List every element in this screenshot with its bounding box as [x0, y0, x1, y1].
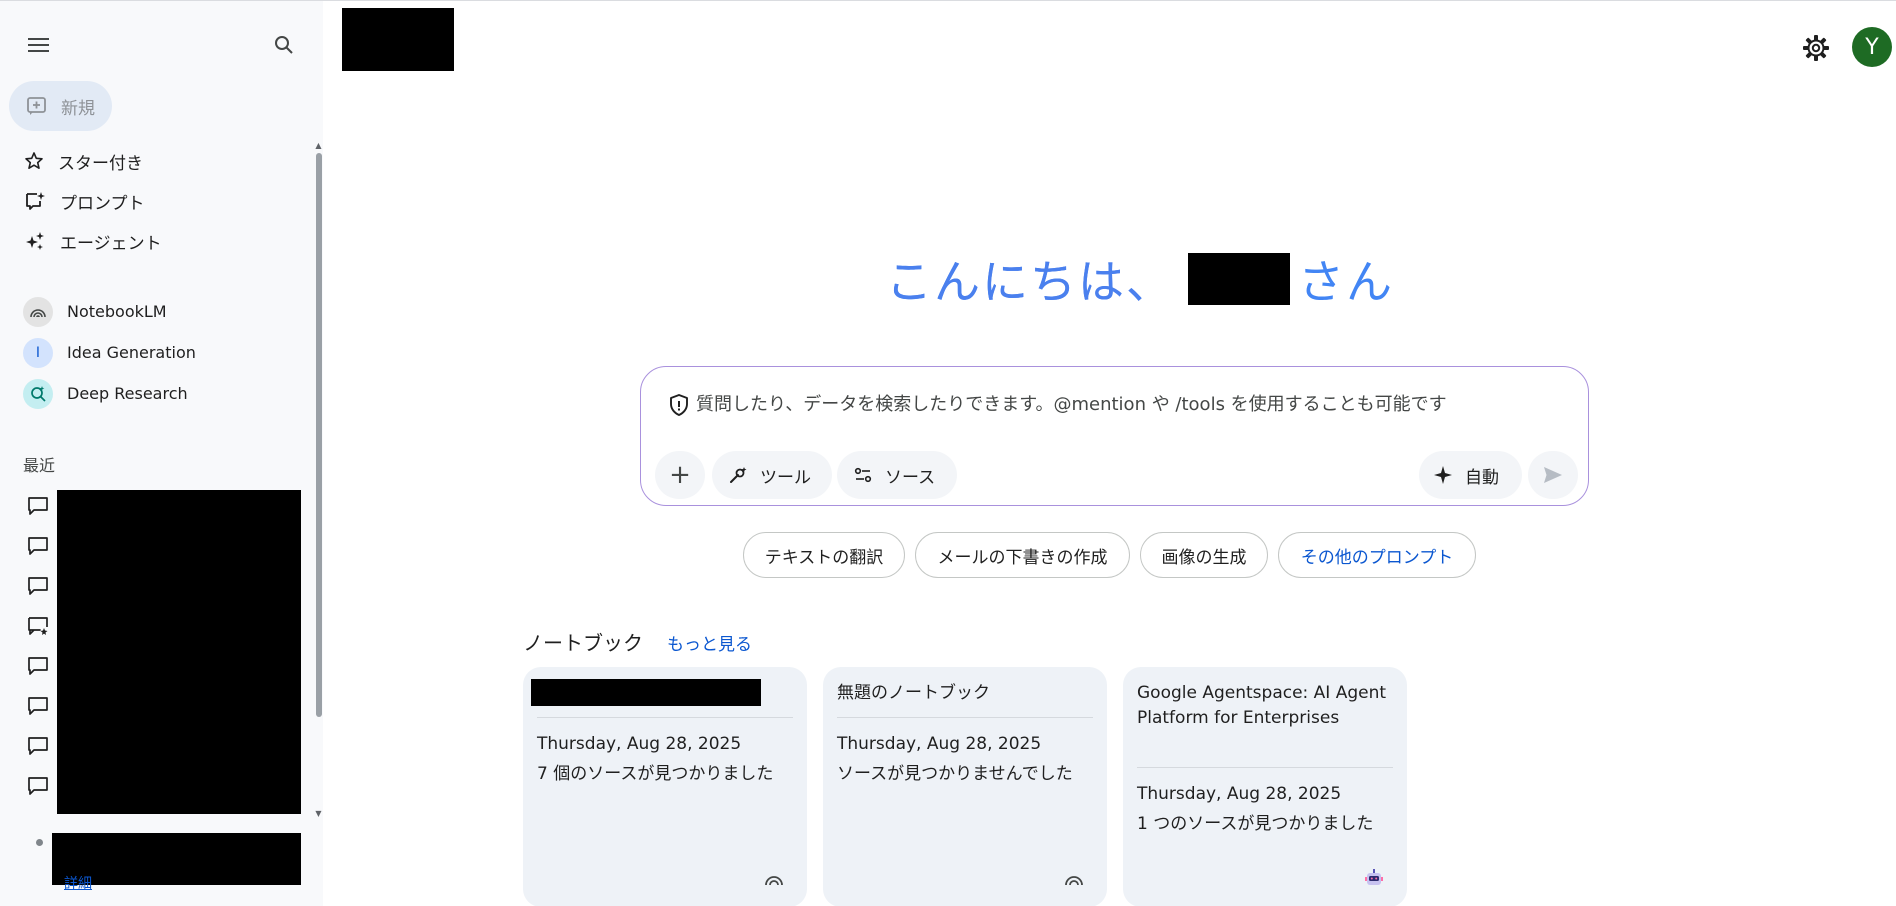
details-link[interactable]: 詳細 [64, 873, 92, 893]
redacted-notebook-title [531, 679, 761, 706]
notebook-card[interactable]: 無題のノートブック Thursday, Aug 28, 2025 ソースが見つか… [823, 667, 1107, 906]
status-dot [36, 839, 43, 846]
sidebar-item-starred[interactable]: スター付き [0, 141, 315, 181]
chat-icon [28, 577, 48, 595]
prompt-composer: + ツール ソース 自動 [640, 366, 1589, 506]
card-divider [837, 717, 1093, 718]
new-chat-label: 新規 [61, 98, 95, 119]
notebook-date: Thursday, Aug 28, 2025 [1137, 784, 1342, 804]
gear-icon[interactable] [1800, 32, 1832, 64]
notebooks-heading: ノートブック [523, 631, 643, 655]
sidebar-nav: スター付き プロンプト エージェント [0, 141, 315, 261]
new-chat-button[interactable]: 新規 [9, 81, 112, 131]
chat-icon [28, 697, 48, 715]
chat-icon [28, 737, 48, 755]
more-prompts-button[interactable]: その他のプロンプト [1278, 532, 1476, 578]
deep-research-icon [23, 378, 53, 409]
sidebar-item-label: プロンプト [60, 193, 145, 214]
starred-chat-icon [28, 617, 48, 635]
notebook-card[interactable]: Google Agentspace: AI Agent Platform for… [1123, 667, 1407, 906]
sidebar-scroll-thumb[interactable] [316, 153, 322, 717]
user-avatar[interactable]: Y [1852, 27, 1892, 67]
sparkle-icon [26, 232, 44, 250]
redacted-user-name [1188, 253, 1290, 305]
logo-redacted [342, 8, 454, 71]
greeting: こんにちは、 さん [886, 246, 1394, 312]
prompt-input[interactable] [696, 385, 1556, 423]
add-attachment-button[interactable]: + [655, 451, 705, 499]
agent-label: Deep Research [67, 384, 188, 403]
notebook-sources-count: ソースが見つかりませんでした [837, 764, 1073, 784]
greeting-prefix: こんにちは、 [886, 246, 1174, 312]
chat-icon [28, 537, 48, 555]
chat-icon [28, 777, 48, 795]
sources-icon [854, 467, 872, 483]
agent-label: Idea Generation [67, 343, 196, 362]
star-icon [25, 152, 43, 169]
suggestion-translate-button[interactable]: テキストの翻訳 [743, 532, 905, 578]
tools-label: ツール [760, 467, 811, 488]
notebooklm-icon [23, 296, 53, 327]
scroll-up-arrow[interactable]: ▲ [314, 141, 323, 151]
chat-icon [28, 497, 48, 515]
send-icon [1544, 467, 1562, 483]
new-chat-icon [27, 97, 46, 115]
notebooklm-icon [1065, 876, 1083, 886]
sidebar-item-prompts[interactable]: プロンプト [0, 181, 315, 221]
chat-icon [28, 657, 48, 675]
notebook-title: 無題のノートブック [837, 683, 990, 703]
model-auto-button[interactable]: 自動 [1419, 451, 1522, 499]
notebooks-see-more-link[interactable]: もっと見る [667, 630, 752, 655]
notebook-date: Thursday, Aug 28, 2025 [837, 734, 1042, 754]
sources-label: ソース [885, 467, 936, 488]
shield-icon [670, 394, 688, 416]
recent-heading: 最近 [23, 456, 56, 475]
sidebar-item-agents[interactable]: エージェント [0, 221, 315, 261]
notebook-date: Thursday, Aug 28, 2025 [537, 734, 742, 754]
notebook-card[interactable]: Thursday, Aug 28, 2025 7 個のソースが見つかりました [523, 667, 807, 906]
redacted-recent-titles [57, 490, 301, 814]
agent-item-notebooklm[interactable]: NotebookLM [0, 291, 315, 332]
agent-item-deep-research[interactable]: Deep Research [0, 373, 315, 414]
sidebar-item-label: エージェント [60, 233, 162, 254]
scroll-down-arrow[interactable]: ▼ [314, 809, 323, 819]
sources-button[interactable]: ソース [837, 451, 957, 499]
send-button[interactable] [1528, 451, 1578, 499]
notebook-sources-count: 1 つのソースが見つかりました [1137, 814, 1374, 834]
agent-label: NotebookLM [67, 302, 167, 321]
agent-item-idea-generation[interactable]: I Idea Generation [0, 332, 315, 373]
model-auto-label: 自動 [1465, 467, 1499, 488]
idea-generation-avatar: I [23, 337, 53, 368]
notebook-sources-count: 7 個のソースが見つかりました [537, 764, 774, 784]
notebook-title: Google Agentspace: AI Agent Platform for… [1137, 683, 1387, 728]
tools-icon [730, 467, 747, 483]
sidebar-item-label: スター付き [58, 153, 143, 174]
tools-button[interactable]: ツール [712, 451, 832, 499]
sparkle-icon [1434, 466, 1452, 484]
menu-icon[interactable] [22, 31, 56, 59]
suggestion-email-draft-button[interactable]: メールの下書きの作成 [915, 532, 1130, 578]
robot-icon [1365, 869, 1383, 885]
suggestion-image-button[interactable]: 画像の生成 [1140, 532, 1268, 578]
card-divider [1137, 767, 1393, 768]
notebooklm-icon [765, 876, 783, 886]
greeting-suffix: さん [1298, 255, 1394, 309]
plus-icon: + [669, 460, 691, 490]
search-icon[interactable] [270, 31, 298, 59]
card-divider [537, 717, 793, 718]
prompt-icon [26, 192, 45, 210]
sidebar-agents: NotebookLM I Idea Generation Deep Resear… [0, 291, 315, 414]
sidebar: 新規 スター付き プロンプト エージェント NotebookLM I Idea … [0, 1, 323, 906]
